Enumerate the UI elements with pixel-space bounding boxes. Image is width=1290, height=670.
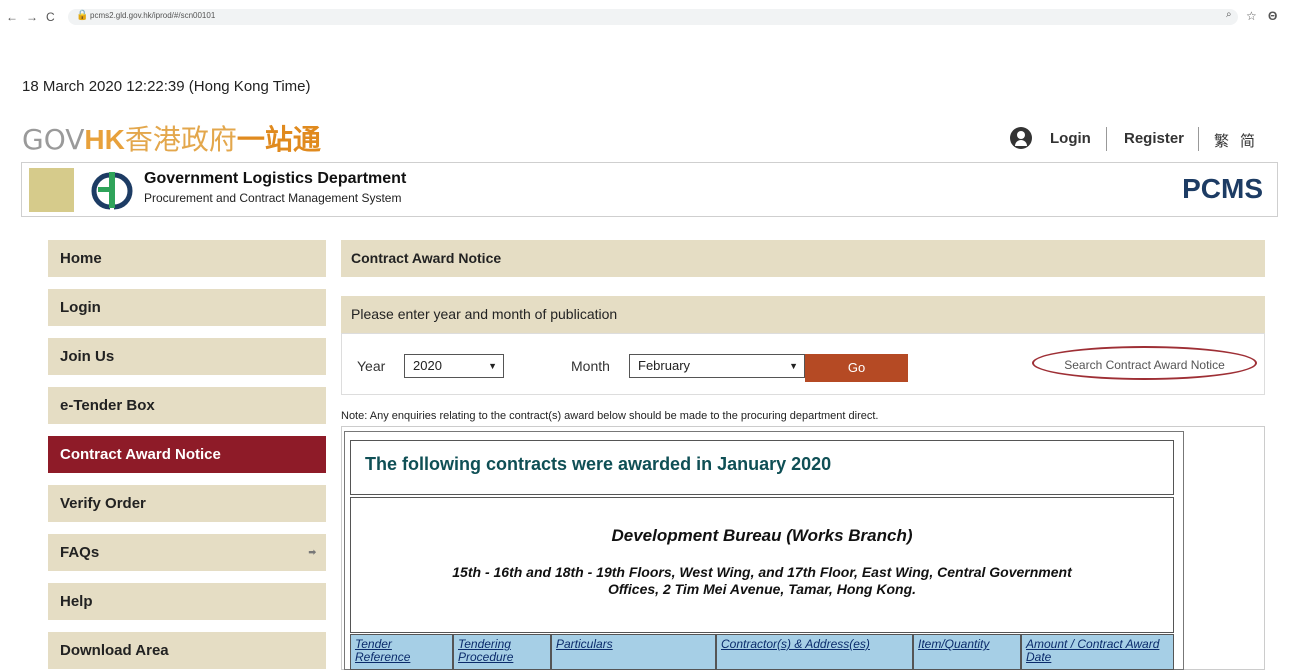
divider [1198, 127, 1199, 151]
govhk-logo[interactable]: GOVHK香港政府一站通 [22, 118, 321, 158]
user-icon [1010, 127, 1032, 149]
department-title: Development Bureau (Works Branch) [611, 526, 913, 545]
filter-form: Year 2020 ▼ Month February ▼ Go Search C… [341, 333, 1265, 395]
zoom-icon[interactable]: ⌕ [1226, 9, 1232, 20]
year-label: Year [357, 358, 386, 374]
sidebar-item-faqs[interactable]: FAQs ➡ [48, 534, 326, 571]
govhk-hk: HK [84, 124, 125, 155]
govhk-yizhan: 一站通 [236, 124, 321, 155]
column-header-particulars[interactable]: Particulars [551, 634, 716, 670]
govhk-gov: GOV [22, 123, 85, 156]
contracts-table-header: Tender Reference Tendering Procedure Par… [350, 634, 1174, 670]
sidebar-item-e-tender-box[interactable]: e-Tender Box [48, 387, 326, 424]
hong-kong-time: 18 March 2020 12:22:39 (Hong Kong Time) [22, 78, 311, 95]
month-select[interactable]: February ▼ [629, 354, 805, 378]
star-icon[interactable]: ☆ [1246, 9, 1257, 23]
column-header-contractors[interactable]: Contractor(s) & Address(es) [716, 634, 913, 670]
go-button[interactable]: Go [805, 354, 908, 382]
enquiry-note: Note: Any enquiries relating to the cont… [341, 410, 879, 422]
forward-icon[interactable]: → [26, 10, 38, 24]
lock-icon: 🔒 [76, 10, 89, 21]
browser-toolbar: ← → C 🔒 pcms2.gld.gov.hk/iprod/#/scn0010… [0, 0, 1290, 34]
column-header-tendering-procedure[interactable]: Tendering Procedure [453, 634, 551, 670]
sidebar-item-download-area[interactable]: Download Area [48, 632, 326, 669]
sidebar-item-contract-award-notice[interactable]: Contract Award Notice [48, 436, 326, 473]
pcms-logo: PCMS [1182, 173, 1263, 204]
arrow-right-icon: ➡ [308, 547, 316, 557]
awarded-heading: The following contracts were awarded in … [350, 440, 1174, 495]
sidebar-item-home[interactable]: Home [48, 240, 326, 277]
column-header-amount-award-date[interactable]: Amount / Contract Award Date [1021, 634, 1174, 670]
address-url: pcms2.gld.gov.hk/iprod/#/scn00101 [90, 11, 216, 20]
month-label: Month [571, 358, 610, 374]
sidebar-item-login[interactable]: Login [48, 289, 326, 326]
year-value: 2020 [413, 358, 442, 373]
filter-prompt: Please enter year and month of publicati… [341, 296, 1265, 333]
department-block: Development Bureau (Works Branch) 15th -… [350, 497, 1174, 633]
column-header-tender-reference[interactable]: Tender Reference [350, 634, 453, 670]
sidebar-item-join-us[interactable]: Join Us [48, 338, 326, 375]
search-contract-award-notice-link[interactable]: Search Contract Award Notice [1032, 346, 1257, 380]
dropdown-arrow-icon: ▼ [789, 361, 798, 371]
year-select[interactable]: 2020 ▼ [404, 354, 504, 378]
login-link[interactable]: Login [1050, 130, 1091, 147]
page-title: Contract Award Notice [341, 240, 1265, 277]
month-value: February [638, 358, 691, 373]
govhk-zh: 香港政府 [124, 124, 237, 155]
column-header-item-quantity[interactable]: Item/Quantity [913, 634, 1021, 670]
banner-swatch [29, 168, 74, 212]
divider [1106, 127, 1107, 151]
register-link[interactable]: Register [1124, 130, 1184, 147]
department-address: 15th - 16th and 18th - 19th Floors, West… [452, 564, 1072, 597]
sidebar-item-label: FAQs [60, 544, 100, 561]
traditional-chinese-link[interactable]: 繁 [1214, 130, 1229, 151]
department-name: Government Logistics Department [144, 170, 407, 187]
dropdown-arrow-icon: ▼ [488, 361, 497, 371]
sidebar-item-help[interactable]: Help [48, 583, 326, 620]
reload-icon[interactable]: C [46, 10, 55, 24]
system-name: Procurement and Contract Management Syst… [144, 191, 402, 205]
department-banner: Government Logistics Department Procurem… [21, 162, 1278, 217]
back-icon[interactable]: ← [6, 10, 18, 24]
sidebar-item-verify-order[interactable]: Verify Order [48, 485, 326, 522]
simplified-chinese-link[interactable]: 简 [1240, 130, 1255, 151]
address-bar[interactable]: 🔒 pcms2.gld.gov.hk/iprod/#/scn00101 [68, 9, 1238, 25]
profile-icon[interactable]: Θ [1268, 9, 1277, 23]
gld-logo-icon [91, 172, 133, 210]
